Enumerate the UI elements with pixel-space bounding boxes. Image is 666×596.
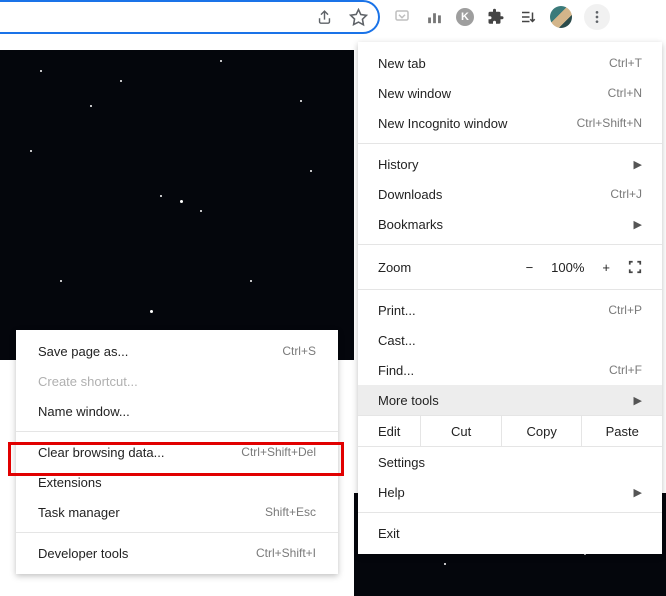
menu-edit-row: Edit Cut Copy Paste: [358, 415, 662, 447]
submenu-developer-tools[interactable]: Developer tools Ctrl+Shift+I: [16, 538, 338, 568]
pocket-icon[interactable]: [392, 7, 412, 27]
menu-zoom: Zoom − 100% +: [358, 250, 662, 284]
menu-edit-label: Edit: [358, 416, 420, 446]
star-icon[interactable]: [348, 7, 368, 27]
menu-settings[interactable]: Settings: [358, 447, 662, 477]
submenu-save-page[interactable]: Save page as... Ctrl+S: [16, 336, 338, 366]
more-tools-submenu: Save page as... Ctrl+S Create shortcut..…: [16, 330, 338, 574]
menu-exit[interactable]: Exit: [358, 518, 662, 548]
profile-avatar[interactable]: [550, 6, 572, 28]
menu-downloads[interactable]: Downloads Ctrl+J: [358, 179, 662, 209]
edit-cut-button[interactable]: Cut: [420, 416, 501, 446]
submenu-separator: [16, 431, 338, 432]
edit-paste-button[interactable]: Paste: [581, 416, 662, 446]
zoom-level: 100%: [551, 260, 584, 275]
edit-copy-button[interactable]: Copy: [501, 416, 582, 446]
submenu-clear-browsing-data[interactable]: Clear browsing data... Ctrl+Shift+Del: [16, 437, 338, 467]
zoom-out-button[interactable]: −: [526, 260, 534, 275]
puzzle-icon[interactable]: [486, 7, 506, 27]
chevron-right-icon: ▶: [634, 486, 642, 499]
chart-icon[interactable]: [424, 7, 444, 27]
chevron-right-icon: ▶: [634, 394, 642, 407]
menu-separator: [358, 289, 662, 290]
menu-print[interactable]: Print... Ctrl+P: [358, 295, 662, 325]
submenu-name-window[interactable]: Name window...: [16, 396, 338, 426]
chevron-right-icon: ▶: [634, 218, 642, 231]
menu-separator: [358, 244, 662, 245]
submenu-extensions[interactable]: Extensions: [16, 467, 338, 497]
page-content-background: [0, 50, 354, 360]
more-icon[interactable]: [584, 4, 610, 30]
share-icon[interactable]: [314, 7, 334, 27]
menu-new-window[interactable]: New window Ctrl+N: [358, 78, 662, 108]
menu-separator: [358, 143, 662, 144]
k-badge-icon[interactable]: K: [456, 8, 474, 26]
menu-more-tools[interactable]: More tools ▶: [358, 385, 662, 415]
menu-separator: [358, 512, 662, 513]
chevron-right-icon: ▶: [634, 158, 642, 171]
menu-find[interactable]: Find... Ctrl+F: [358, 355, 662, 385]
menu-new-incognito[interactable]: New Incognito window Ctrl+Shift+N: [358, 108, 662, 138]
submenu-separator: [16, 532, 338, 533]
menu-help[interactable]: Help ▶: [358, 477, 662, 507]
address-bar[interactable]: [0, 0, 380, 34]
chrome-main-menu: New tab Ctrl+T New window Ctrl+N New Inc…: [358, 42, 662, 554]
submenu-create-shortcut: Create shortcut...: [16, 366, 338, 396]
menu-bookmarks[interactable]: Bookmarks ▶: [358, 209, 662, 239]
submenu-task-manager[interactable]: Task manager Shift+Esc: [16, 497, 338, 527]
menu-cast[interactable]: Cast...: [358, 325, 662, 355]
reading-list-icon[interactable]: [518, 7, 538, 27]
menu-new-tab[interactable]: New tab Ctrl+T: [358, 48, 662, 78]
zoom-in-button[interactable]: +: [602, 260, 610, 275]
extensions-toolbar: K: [386, 0, 666, 34]
fullscreen-icon[interactable]: [628, 260, 642, 274]
menu-history[interactable]: History ▶: [358, 149, 662, 179]
